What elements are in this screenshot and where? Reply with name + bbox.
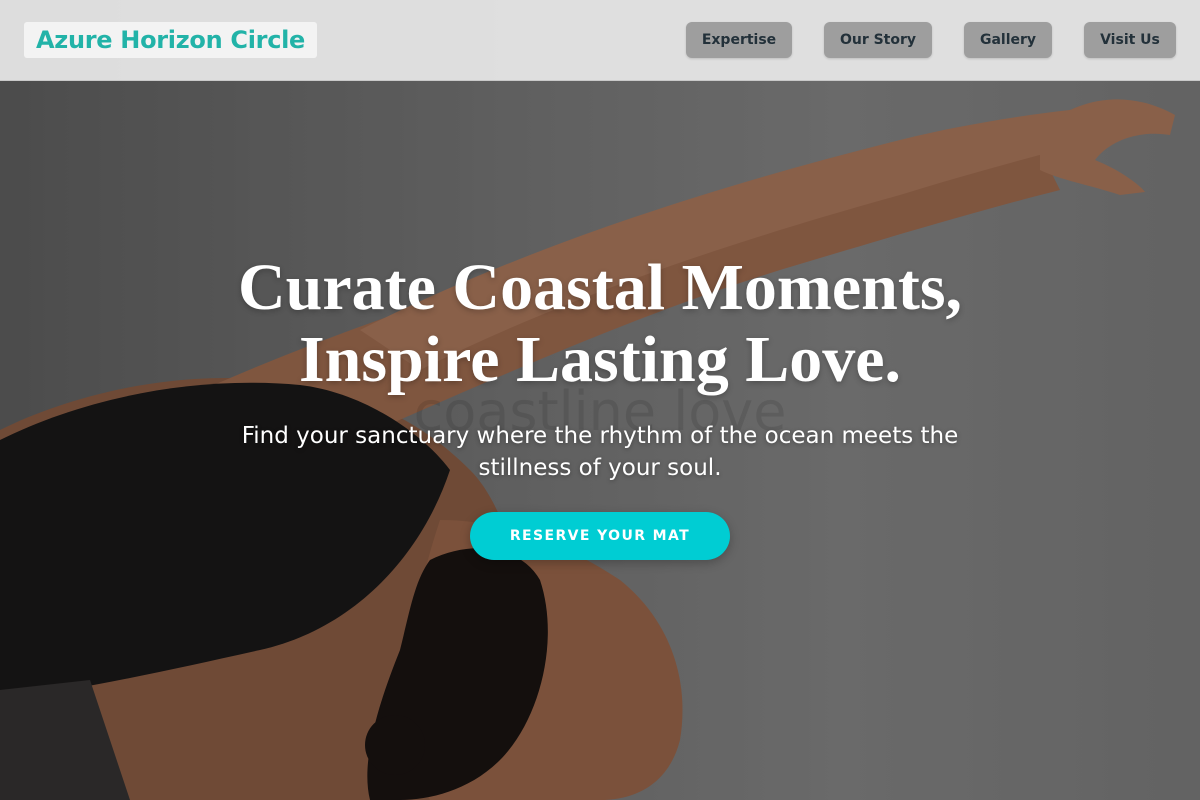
brand-logo[interactable]: Azure Horizon Circle bbox=[24, 22, 318, 58]
nav-expertise-button[interactable]: Expertise bbox=[686, 22, 792, 58]
reserve-mat-button[interactable]: RESERVE YOUR MAT bbox=[470, 512, 730, 560]
site-header: Azure Horizon Circle Expertise Our Story… bbox=[0, 0, 1200, 81]
nav-our-story-button[interactable]: Our Story bbox=[824, 22, 932, 58]
nav-gallery-button[interactable]: Gallery bbox=[964, 22, 1052, 58]
hero-headline-line-1: Curate Coastal Moments, bbox=[237, 251, 963, 324]
hero-subtitle: Find your sanctuary where the rhythm of … bbox=[241, 423, 959, 481]
hero-headline: Curate Coastal Moments, Inspire Lasting … bbox=[150, 252, 1050, 396]
nav-visit-us-button[interactable]: Visit Us bbox=[1084, 22, 1176, 58]
